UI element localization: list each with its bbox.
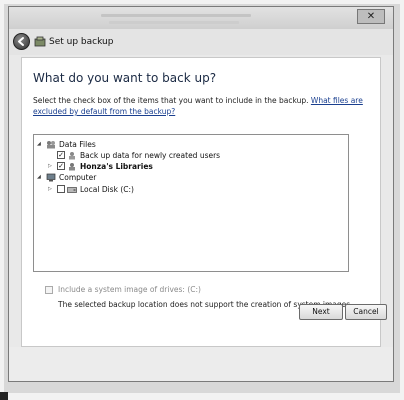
footer [9, 347, 393, 381]
expand-arrow-icon[interactable]: ◢ [37, 172, 44, 183]
tree-item-local-disk[interactable]: ▷ Local Disk (C:) [48, 184, 338, 195]
users-icon [47, 141, 55, 149]
disk-icon [67, 187, 77, 193]
system-image-label: Include a system image of drives: (C:) [58, 285, 201, 294]
tree-item-label: Computer [59, 173, 97, 182]
close-button[interactable]: ✕ [357, 9, 385, 24]
cancel-button[interactable]: Cancel [345, 304, 387, 320]
back-button[interactable] [13, 33, 30, 50]
checkbox-new-users[interactable]: ✓ [57, 151, 65, 159]
tree-item-computer[interactable]: ◢ Computer [37, 172, 337, 183]
title-text-ghost-2 [109, 21, 239, 24]
header-bar: Set up backup [9, 29, 393, 55]
computer-icon [46, 173, 56, 182]
library-icon [69, 163, 75, 171]
tree-item-label: Back up data for newly created users [80, 151, 221, 160]
tree-item-label: Honza's Libraries [80, 162, 153, 171]
tree-item-label: Data Files [59, 140, 96, 149]
title-text-ghost [101, 14, 251, 17]
expand-arrow-icon[interactable]: ▷ [48, 161, 55, 172]
instruction-label: Select the check box of the items that y… [33, 96, 309, 105]
tree-item-data-files[interactable]: ◢ Data Files [37, 139, 337, 150]
backup-icon [34, 36, 46, 47]
checkbox-local-disk[interactable] [57, 185, 65, 193]
tree-item-new-users[interactable]: ✓ Back up data for newly created users [48, 150, 338, 161]
setup-backup-window: ✕ Set up backup What do you want to back… [8, 6, 394, 382]
next-button[interactable]: Next [299, 304, 343, 320]
checkbox-libraries[interactable]: ✓ [57, 162, 65, 170]
title-bar: ✕ [9, 7, 393, 29]
window-title: Set up backup [49, 37, 114, 47]
corner-mark [0, 392, 8, 400]
tree-item-label: Local Disk (C:) [80, 185, 134, 194]
backup-items-tree: ◢ Data Files ✓ Back up data for newly cr… [33, 134, 349, 272]
instruction-text: Select the check box of the items that y… [33, 95, 368, 117]
page-title: What do you want to back up? [33, 71, 217, 85]
system-image-checkbox[interactable] [45, 286, 53, 294]
expand-arrow-icon[interactable]: ▷ [48, 184, 55, 195]
user-icon [69, 152, 75, 160]
close-icon: ✕ [366, 11, 376, 22]
expand-arrow-icon[interactable]: ◢ [37, 139, 44, 150]
back-arrow-icon [18, 37, 24, 46]
tree-item-libraries[interactable]: ▷ ✓ Honza's Libraries [48, 161, 338, 172]
